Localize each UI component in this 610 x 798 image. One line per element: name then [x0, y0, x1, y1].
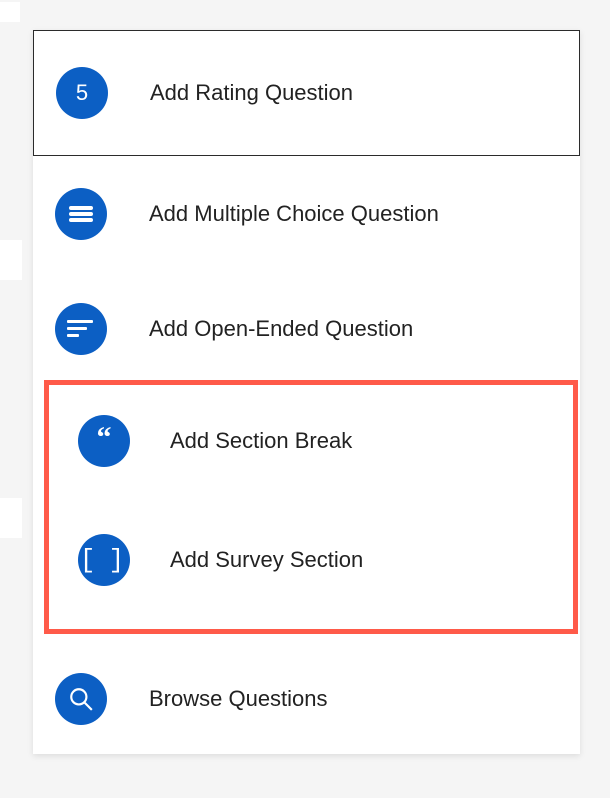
menu-item-label: Add Survey Section	[170, 547, 363, 573]
menu-item-label: Browse Questions	[149, 686, 328, 712]
add-multiple-choice-item[interactable]: Add Multiple Choice Question	[33, 156, 580, 271]
add-open-ended-item[interactable]: Add Open-Ended Question	[33, 271, 580, 386]
spacer	[33, 624, 580, 644]
quote-icon: “	[78, 415, 130, 467]
menu-item-label: Add Multiple Choice Question	[149, 201, 439, 227]
bg-decoration	[0, 498, 22, 538]
menu-item-label: Add Open-Ended Question	[149, 316, 413, 342]
bg-decoration	[0, 240, 22, 280]
add-question-menu: 5 Add Rating Question Add Multiple Choic…	[33, 30, 580, 754]
brackets-icon: [ ]	[78, 534, 130, 586]
add-section-break-item[interactable]: “ Add Section Break	[33, 386, 580, 496]
add-rating-question-item[interactable]: 5 Add Rating Question	[33, 30, 580, 156]
text-lines-icon	[55, 303, 107, 355]
menu-item-label: Add Section Break	[170, 428, 352, 454]
search-icon	[55, 673, 107, 725]
add-survey-section-item[interactable]: [ ] Add Survey Section	[33, 496, 580, 624]
rating-number-icon: 5	[56, 67, 108, 119]
menu-item-label: Add Rating Question	[150, 80, 353, 106]
browse-questions-item[interactable]: Browse Questions	[33, 644, 580, 754]
rating-badge-number: 5	[76, 80, 88, 106]
bg-decoration	[0, 2, 20, 22]
list-stack-icon	[55, 188, 107, 240]
